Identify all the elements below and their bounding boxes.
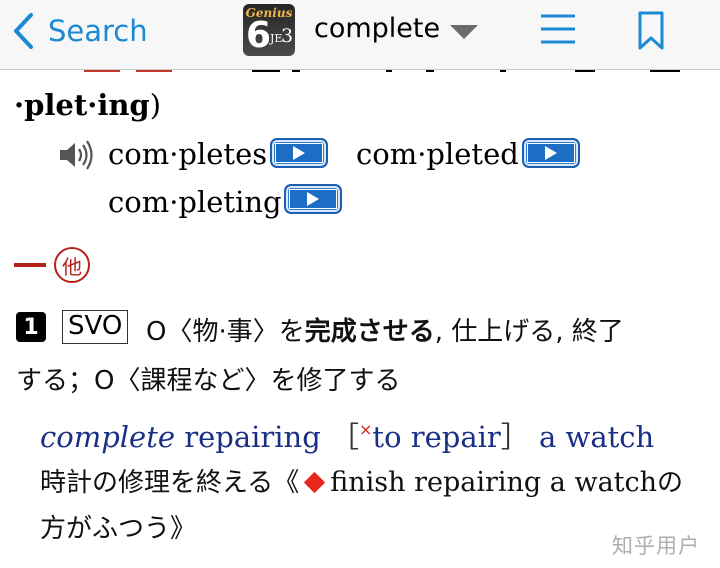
diamond-icon [304,471,326,494]
translation-english: finish repairing a watch [330,467,658,498]
pos-dash [14,263,46,267]
inflected-form-completes: com·pletes [108,137,268,171]
example-text-b: a watch [529,420,655,454]
back-label: Search [48,14,148,48]
play-audio-button-completed[interactable] [522,138,580,168]
example-headword: complete [40,420,176,454]
play-icon [545,146,557,160]
play-icon [293,146,305,160]
logo-edition-number: 6 [246,15,272,56]
clipped-text-line [0,70,720,76]
navigation-bar: Search Genius 6 JE 3 complete [0,0,720,70]
sense-definition-line2: する；O〈課程など〉を修了する [16,366,401,396]
inflected-form-completing: com·pleting [108,185,282,219]
example-sentence: complete repairing ［×to repair］ a watch [40,414,654,456]
translation-text-b: の [657,468,684,498]
definition-synonyms: , 仕上げる, 終了 [434,317,624,347]
example-translation-line2: 方がふつう》 [40,514,197,544]
definition-object: O〈物·事〉を [146,317,305,347]
example-text-a: repairing [175,420,330,454]
play-audio-button-completing[interactable] [284,184,342,214]
example-translation-line1: 時計の修理を終える《 finish repairing a watchの [40,462,683,499]
logo-je-number: 3 [281,25,294,47]
back-search-button[interactable]: Search [12,10,148,52]
watermark: 知乎用户 [612,534,700,558]
speaker-icon[interactable] [58,140,94,170]
caret-down-icon[interactable] [450,25,478,39]
syllabification-text: ·plet·ing [14,88,150,122]
syllabification-line: ·plet·ing) [14,88,161,122]
closing-paren: ) [149,88,162,122]
hamburger-menu-icon[interactable] [540,12,576,46]
bracket-close: ］ [500,420,530,454]
app-logo: Genius 6 JE 3 [243,4,295,56]
sentence-pattern-badge: SVO [62,310,129,344]
sense-number: 1 [16,312,46,342]
play-icon [307,192,319,206]
pos-transitive-badge: 他 [54,247,90,283]
current-word-title[interactable]: complete [314,13,440,44]
incorrect-mark: × [359,420,373,439]
play-audio-button-completes[interactable] [270,138,328,168]
sense-definition-line1: O〈物·事〉を完成させる, 仕上げる, 終了 [146,311,624,348]
example-alternative: to repair [372,420,501,454]
bracket-open: ［ [330,420,360,454]
translation-text-a: 時計の修理を終える《 [40,468,300,498]
chevron-left-icon [14,13,33,49]
definition-headword-translation: 完成させる [304,317,435,347]
bookmark-icon[interactable] [637,10,665,52]
inflected-form-completed: com·pleted [356,137,519,171]
